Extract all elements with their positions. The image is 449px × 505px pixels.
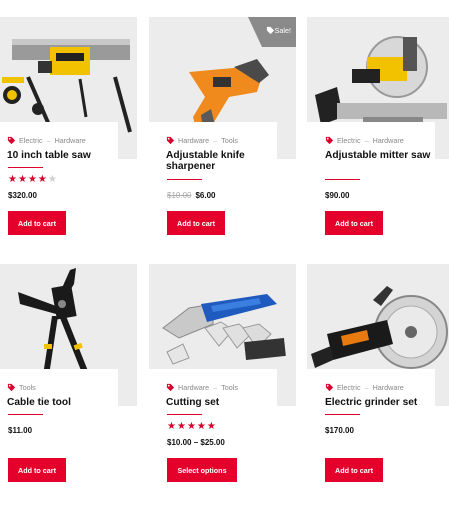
category-separator: – xyxy=(213,135,218,145)
accent-divider xyxy=(167,179,202,180)
star-icon: ★ xyxy=(206,421,216,432)
star-icon: ★ xyxy=(17,174,27,185)
product-price: $11.00 xyxy=(8,426,33,435)
sale-price: $6.00 xyxy=(195,191,216,200)
product-categories: Electric – Hardware xyxy=(325,382,435,392)
product-price: $320.00 xyxy=(8,191,37,200)
star-icon: ★ xyxy=(196,421,206,432)
product-categories: Hardware – Tools xyxy=(166,135,277,145)
star-icon: ★ xyxy=(37,174,47,185)
accent-divider xyxy=(167,414,202,415)
category-link[interactable]: Hardware xyxy=(373,136,404,145)
accent-divider xyxy=(8,414,43,415)
category-link[interactable]: Electric xyxy=(337,383,361,392)
select-options-button[interactable]: Select options xyxy=(167,458,237,482)
tag-icon xyxy=(166,383,175,391)
category-link[interactable]: Hardware xyxy=(373,383,404,392)
sale-badge: Sale! xyxy=(248,17,296,47)
product-info: Hardware – Tools Adjustable knife sharpe… xyxy=(149,122,277,175)
product-categories: Hardware – Tools xyxy=(166,382,277,392)
star-icon: ★ xyxy=(8,174,17,185)
star-icon: ★ xyxy=(27,174,37,185)
product-title[interactable]: Electric grinder set xyxy=(325,397,443,408)
product-info: Electric – Hardware Adjustable mitter sa… xyxy=(307,122,435,175)
star-icon: ★ xyxy=(176,421,186,432)
tag-icon xyxy=(325,383,334,391)
star-icon: ★ xyxy=(47,174,57,185)
category-link[interactable]: Tools xyxy=(19,383,36,392)
category-separator: – xyxy=(364,135,369,145)
add-to-cart-button[interactable]: Add to cart xyxy=(167,211,225,235)
add-to-cart-button[interactable]: Add to cart xyxy=(325,458,383,482)
category-link[interactable]: Hardware xyxy=(178,136,209,145)
category-link[interactable]: Tools xyxy=(221,383,238,392)
accent-divider xyxy=(8,167,43,168)
category-link[interactable]: Electric xyxy=(19,136,43,145)
old-price: $10.00 xyxy=(167,191,192,200)
category-link[interactable]: Tools xyxy=(221,136,238,145)
product-title[interactable]: Cutting set xyxy=(166,397,284,408)
star-rating: ★ ★ ★ ★ ★ xyxy=(167,422,217,432)
product-price: $10.00 $6.00 xyxy=(167,191,216,200)
star-icon: ★ xyxy=(167,421,176,432)
tag-icon xyxy=(7,136,16,144)
product-price: $170.00 xyxy=(325,426,354,435)
product-price: $90.00 xyxy=(325,191,350,200)
category-link[interactable]: Electric xyxy=(337,136,361,145)
product-categories: Tools xyxy=(7,382,118,392)
star-icon: ★ xyxy=(186,421,196,432)
category-link[interactable]: Hardware xyxy=(55,136,86,145)
product-title[interactable]: Adjustable mitter saw xyxy=(325,150,443,161)
product-categories: Electric – Hardware xyxy=(7,135,118,145)
category-separator: – xyxy=(213,382,218,392)
tag-icon xyxy=(7,383,16,391)
category-link[interactable]: Hardware xyxy=(178,383,209,392)
add-to-cart-button[interactable]: Add to cart xyxy=(325,211,383,235)
category-separator: – xyxy=(364,382,369,392)
star-rating: ★ ★ ★ ★ ★ xyxy=(8,175,58,185)
accent-divider xyxy=(325,179,360,180)
product-title[interactable]: 10 inch table saw xyxy=(7,150,125,161)
tag-icon xyxy=(325,136,334,144)
product-categories: Electric – Hardware xyxy=(325,135,435,145)
product-title[interactable]: Adjustable knife sharpener xyxy=(166,150,284,172)
product-title[interactable]: Cable tie tool xyxy=(7,397,125,408)
add-to-cart-button[interactable]: Add to cart xyxy=(8,211,66,235)
add-to-cart-button[interactable]: Add to cart xyxy=(8,458,66,482)
accent-divider xyxy=(325,414,360,415)
product-price: $10.00 – $25.00 xyxy=(167,438,225,447)
category-separator: – xyxy=(46,135,51,145)
tag-icon xyxy=(166,136,175,144)
